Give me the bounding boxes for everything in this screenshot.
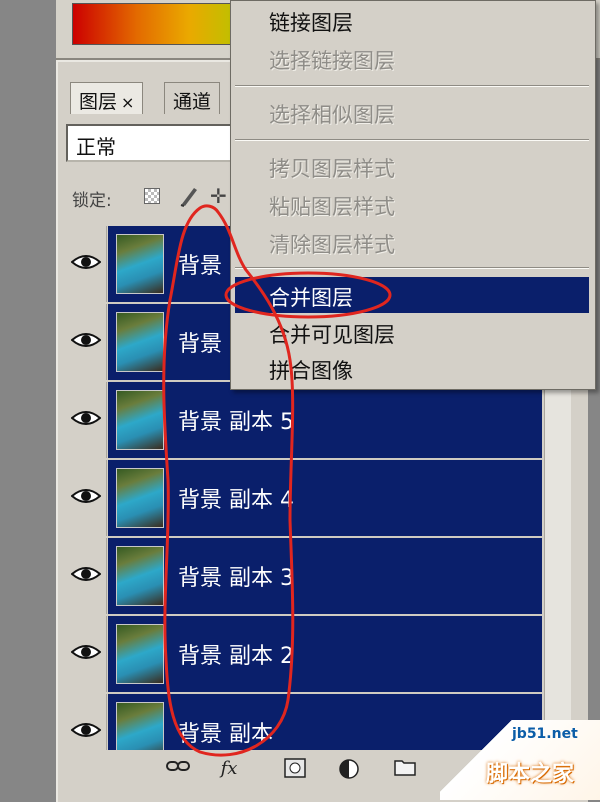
tab-channels[interactable]: 通道: [164, 82, 221, 114]
layer-row[interactable]: 背景 副本 5: [66, 382, 542, 460]
lock-row: 锁定:: [72, 186, 112, 211]
layer-thumbnail: [116, 312, 164, 372]
eye-icon: [71, 489, 101, 503]
link-icon[interactable]: [166, 758, 190, 778]
layer-thumbnail: [116, 234, 164, 294]
menu-item-select-similar[interactable]: 选择相似图层: [269, 99, 395, 129]
menu-item-merge-layers[interactable]: 合并图层: [269, 282, 353, 312]
menu-item-paste-style[interactable]: 粘贴图层样式: [269, 191, 395, 221]
layer-row[interactable]: 背景 副本 3: [66, 538, 542, 616]
visibility-toggle[interactable]: [66, 538, 107, 614]
visibility-toggle[interactable]: [66, 694, 107, 756]
menu-item-flatten-image[interactable]: 拼合图像: [269, 355, 353, 385]
menu-item-link-layers[interactable]: 链接图层: [269, 7, 353, 37]
lock-move-icon[interactable]: ✛: [210, 184, 227, 208]
layer-name: 背景: [178, 254, 223, 279]
eye-icon: [71, 723, 101, 737]
blend-mode-value: 正常: [76, 135, 116, 159]
layer-row[interactable]: 背景 副本 4: [66, 460, 542, 538]
layer-item[interactable]: 背景 副本 4: [108, 460, 542, 538]
layer-item[interactable]: 背景 副本 3: [108, 538, 542, 616]
layer-item[interactable]: 背景 副本 5: [108, 382, 542, 460]
visibility-toggle[interactable]: [66, 226, 107, 302]
visibility-toggle[interactable]: [66, 304, 107, 380]
layer-item[interactable]: 背景 副本 2: [108, 616, 542, 694]
menu-separator: [235, 267, 589, 269]
folder-icon[interactable]: [394, 758, 416, 778]
visibility-toggle[interactable]: [66, 460, 107, 536]
menu-separator: [235, 139, 589, 141]
visibility-toggle[interactable]: [66, 382, 107, 458]
layer-row[interactable]: 背景 副本 2: [66, 616, 542, 694]
layer-name: 背景 副本 5: [178, 410, 294, 435]
layer-name: 背景 副本 3: [178, 566, 294, 591]
layer-name: 背景: [178, 332, 223, 357]
lock-transparent-icon[interactable]: [144, 188, 160, 204]
eye-icon: [71, 645, 101, 659]
layer-thumbnail: [116, 390, 164, 450]
eye-icon: [71, 255, 101, 269]
eye-icon: [71, 411, 101, 425]
layer-context-menu: 链接图层 选择链接图层 选择相似图层 拷贝图层样式 粘贴图层样式 清除图层样式 …: [230, 0, 596, 390]
tab-channels-label: 通道: [173, 91, 212, 113]
lock-label: 锁定:: [72, 191, 112, 211]
layer-name: 背景 副本 4: [178, 488, 294, 513]
close-icon[interactable]: ×: [121, 93, 134, 112]
layer-thumbnail: [116, 702, 164, 756]
blend-mode-select[interactable]: 正常: [66, 124, 234, 162]
layer-thumbnail: [116, 468, 164, 528]
layer-thumbnail: [116, 624, 164, 684]
eye-icon: [71, 333, 101, 347]
menu-item-clear-style[interactable]: 清除图层样式: [269, 229, 395, 259]
fx-icon[interactable]: fx: [218, 758, 240, 779]
layer-name: 背景 副本: [178, 722, 273, 747]
visibility-toggle[interactable]: [66, 616, 107, 692]
tab-layers[interactable]: 图层 ×: [70, 82, 144, 114]
layer-name: 背景 副本 2: [178, 644, 294, 669]
mask-icon[interactable]: [284, 758, 306, 778]
adjustment-icon[interactable]: [338, 758, 360, 779]
watermark-brand: 脚本之家: [486, 762, 575, 787]
watermark-site: jb51.net: [512, 726, 578, 742]
menu-item-merge-visible[interactable]: 合并可见图层: [269, 319, 395, 349]
tab-layers-label: 图层: [79, 91, 118, 113]
eye-icon: [71, 567, 101, 581]
menu-item-copy-style[interactable]: 拷贝图层样式: [269, 153, 395, 183]
menu-item-select-linked[interactable]: 选择链接图层: [269, 45, 395, 75]
lock-paint-icon[interactable]: [178, 184, 200, 212]
layer-thumbnail: [116, 546, 164, 606]
menu-separator: [235, 85, 589, 87]
